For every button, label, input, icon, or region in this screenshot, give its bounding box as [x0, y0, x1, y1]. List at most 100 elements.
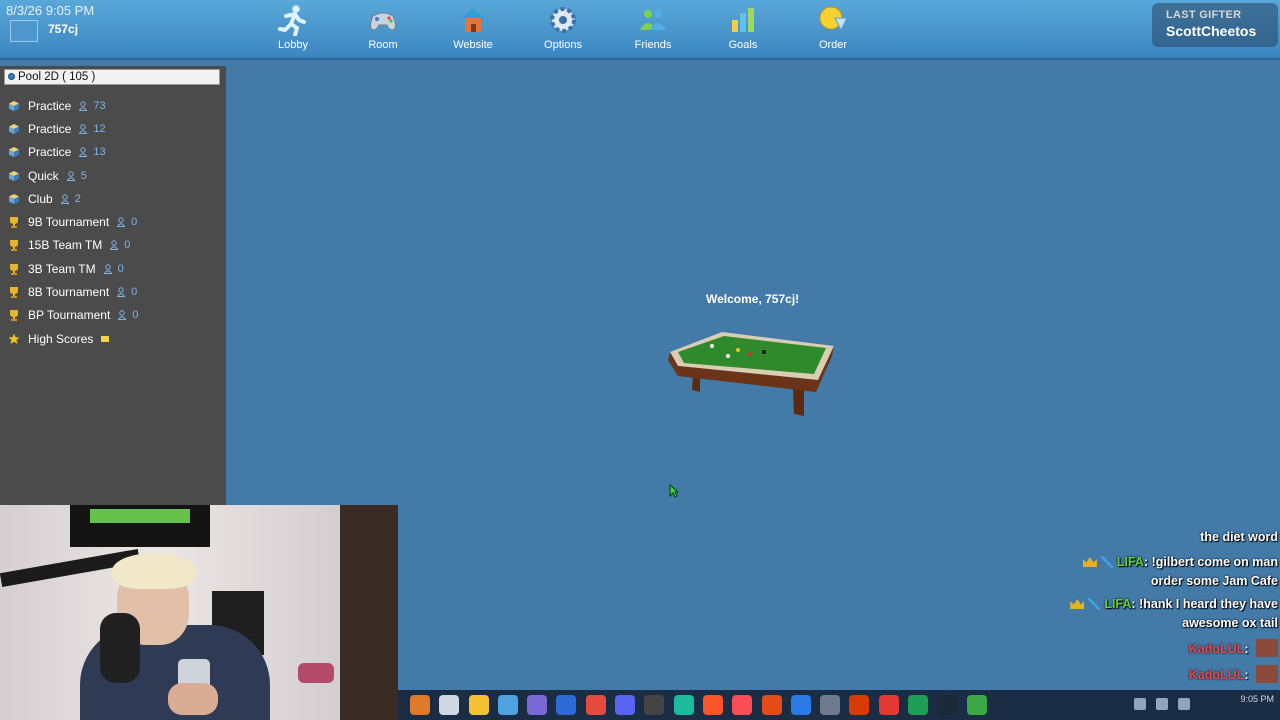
taskbar-app-icon[interactable]: [761, 695, 782, 715]
room-list-item[interactable]: BP Tournament 0: [0, 304, 226, 327]
user-avatar[interactable]: [10, 20, 38, 42]
house-icon: [461, 8, 485, 32]
bar-chart-icon: [732, 8, 754, 32]
person-icon: [79, 100, 88, 111]
taskbar-app-icon[interactable]: [790, 695, 811, 715]
taskbar-app-icon[interactable]: [410, 695, 430, 715]
nav-order-label: Order: [818, 39, 848, 51]
nav-lobby-button[interactable]: Lobby: [248, 0, 338, 58]
room-count-value: 73: [93, 99, 106, 112]
person-icon: [117, 287, 126, 298]
game-header[interactable]: Pool 2D ( 105 ): [4, 69, 220, 85]
nav-goals-button[interactable]: Goals: [698, 0, 788, 58]
taskbar-app-icon[interactable]: [615, 695, 636, 715]
room-player-count: 13: [79, 146, 106, 159]
chat-text: !gilbert come on man order some Jam Cafe: [1150, 555, 1278, 588]
person-icon: [110, 240, 119, 251]
room-name: Practice: [28, 98, 72, 113]
volume-icon[interactable]: [1178, 698, 1190, 710]
trophy-icon: [10, 217, 18, 229]
wall-poster: [70, 505, 210, 547]
gamepad-icon: [370, 12, 396, 31]
room-name: Practice: [28, 145, 72, 160]
last-gifter-overlay: LAST GIFTER ScottCheetos: [1152, 3, 1278, 47]
network-icon[interactable]: [1156, 698, 1168, 710]
chat-message: KadoLUL:: [1048, 665, 1278, 685]
chat-message: the diet word: [1048, 528, 1278, 547]
room-count-value: 0: [117, 262, 124, 275]
last-gifter-label: LAST GIFTER: [1166, 9, 1242, 21]
room-player-count: 5: [66, 170, 87, 182]
nav-order-button[interactable]: Order: [788, 0, 878, 58]
nav-room-label: Room: [368, 39, 398, 51]
stream-chat-overlay: the diet word LIFA: !gilbert come on man…: [1048, 528, 1278, 685]
room-list-item[interactable]: 15B Team TM 0: [0, 234, 226, 257]
taskbar-app-icon[interactable]: [878, 695, 899, 715]
taskbar-app-icon[interactable]: [497, 695, 518, 715]
game-header-label: Pool 2D ( 105 ): [18, 71, 96, 83]
room-player-count: 0: [110, 239, 130, 251]
taskbar-app-icon[interactable]: [673, 695, 694, 715]
sword-icon: [1100, 556, 1113, 568]
room-list-item[interactable]: Practice 73: [0, 94, 226, 117]
room-list-item[interactable]: Quick 5: [0, 164, 226, 187]
taskbar-app-icon[interactable]: [966, 695, 987, 715]
taskbar-app-icon[interactable]: [644, 695, 665, 715]
trophy-icon: [10, 240, 18, 252]
taskbar-app-icon[interactable]: [468, 695, 489, 715]
room-name: Practice: [28, 121, 72, 136]
welcome-message: Welcome, 757cj!: [706, 292, 800, 306]
taskbar-app-icon[interactable]: [527, 695, 548, 715]
room-count-value: 13: [93, 146, 106, 159]
taskbar-app-icon[interactable]: [849, 695, 870, 715]
room-name: 3B Team TM: [28, 261, 96, 276]
trophy-icon: [10, 263, 18, 275]
taskbar-icons: [410, 695, 996, 715]
trophy-icon: [10, 310, 18, 322]
room-list-item[interactable]: Practice 13: [0, 141, 226, 164]
room-player-count: 0: [118, 309, 138, 321]
chat-text: !hank I heard they have awesome ox tail: [1139, 597, 1278, 630]
taskbar-app-icon[interactable]: [702, 695, 723, 715]
room-list: Practice 73 Practice 12 Practice 13 Quick 5 Club…: [0, 94, 226, 350]
taskbar-app-icon[interactable]: [439, 695, 460, 715]
chat-author: KadoLUL: [1188, 668, 1245, 682]
room-count-value: 0: [131, 286, 138, 299]
room-count-value: 0: [124, 239, 131, 252]
nav-room-button[interactable]: Room: [338, 0, 428, 58]
nav-options-label: Options: [544, 39, 582, 51]
cube-icon: [9, 170, 19, 181]
room-list-item[interactable]: Club 2: [0, 187, 226, 210]
nav-website-button[interactable]: Website: [428, 0, 518, 58]
taskbar-app-icon[interactable]: [820, 695, 841, 715]
top-bar: 8/3/26 9:05 PM 757cj Lobby Room Website: [0, 0, 1280, 60]
taskbar-app-icon[interactable]: [732, 695, 753, 715]
person-icon: [66, 170, 75, 181]
room-list-item[interactable]: 9B Tournament 0: [0, 210, 226, 233]
taskbar-app-icon[interactable]: [556, 695, 577, 715]
chat-text: the diet word: [1200, 530, 1278, 544]
room-list-item[interactable]: Practice 12: [0, 117, 226, 140]
chat-author: KadoLUL: [1188, 642, 1245, 656]
nav-lobby-label: Lobby: [278, 39, 308, 51]
room-list-item[interactable]: 3B Team TM 0: [0, 257, 226, 280]
nav-friends-button[interactable]: Friends: [608, 0, 698, 58]
nav-options-button[interactable]: Options: [518, 0, 608, 58]
room-count-value: 12: [93, 122, 106, 135]
taskbar-app-icon[interactable]: [908, 695, 929, 715]
webcam-feed: [0, 505, 398, 720]
pool-table-image: [668, 332, 834, 416]
clock[interactable]: 9:05 PM: [1240, 694, 1274, 704]
star-icon: [8, 333, 20, 344]
room-player-count: 0: [103, 262, 124, 275]
taskbar-app-icon[interactable]: [585, 695, 606, 715]
chevron-up-icon[interactable]: [1134, 698, 1146, 710]
room-name: Quick: [28, 168, 59, 183]
running-man-icon: [278, 4, 306, 36]
emote-icon: [1256, 639, 1278, 657]
cube-icon: [9, 100, 19, 111]
sword-icon: [1088, 598, 1101, 610]
high-scores-item[interactable]: High Scores: [0, 327, 226, 350]
taskbar-app-icon[interactable]: [937, 695, 958, 715]
room-list-item[interactable]: 8B Tournament 0: [0, 280, 226, 303]
